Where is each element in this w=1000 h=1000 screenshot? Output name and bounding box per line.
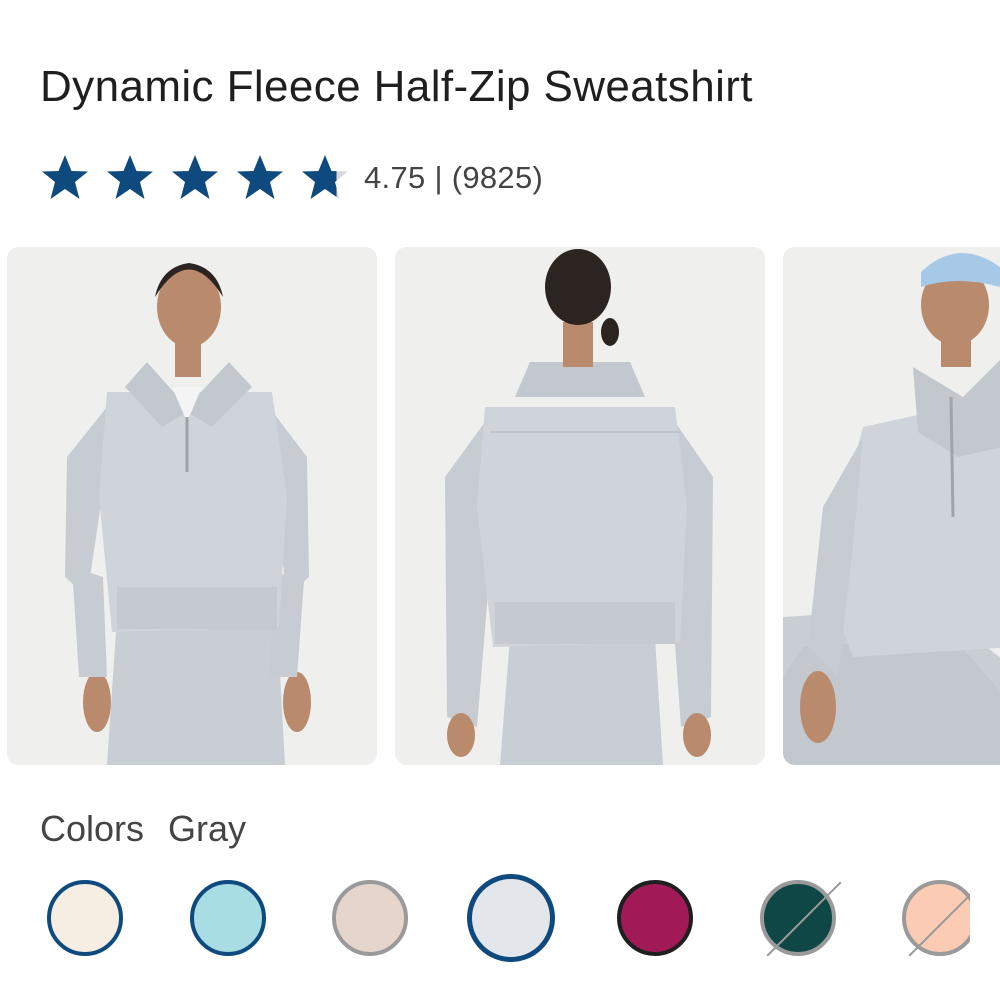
color-swatch-cream[interactable] [47,880,123,956]
rating-summary[interactable]: 4.75 | (9825) [364,160,543,196]
product-photo-back[interactable] [395,247,765,765]
rating-row[interactable]: 4.75 | (9825) [40,150,543,206]
star-icon [172,155,218,199]
product-photo-seated[interactable] [783,247,1000,765]
colors-label: Colors [40,808,145,849]
star-rating [40,153,364,203]
star-icon [42,155,88,199]
color-swatch-peach-unavailable[interactable] [902,880,970,957]
unavailable-slash-icon [908,881,970,957]
color-swatch-light-blue[interactable] [190,880,266,956]
product-photo-front[interactable] [7,247,377,765]
model-back-photo-icon [395,247,765,765]
colors-header: Colors Gray [40,808,246,850]
selected-color-name: Gray [168,808,247,849]
star-three-quarter-icon [302,155,348,199]
star-icon [107,155,153,199]
star-icon [237,155,283,199]
unavailable-slash-icon [766,881,842,957]
product-title: Dynamic Fleece Half-Zip Sweatshirt [40,62,753,111]
product-image-gallery[interactable] [0,247,1000,765]
color-swatch-berry[interactable] [617,880,693,956]
swatch-overflow-clip [890,870,970,970]
color-swatch-dark-teal-unavailable[interactable] [760,880,842,957]
color-swatch-gray-selected[interactable] [467,874,555,962]
product-page: Dynamic Fleece Half-Zip Sweatshirt 4.75 … [0,0,1000,1000]
model-seated-photo-icon [783,247,1000,765]
model-front-photo-icon [7,247,377,765]
color-swatch-blush[interactable] [332,880,408,956]
